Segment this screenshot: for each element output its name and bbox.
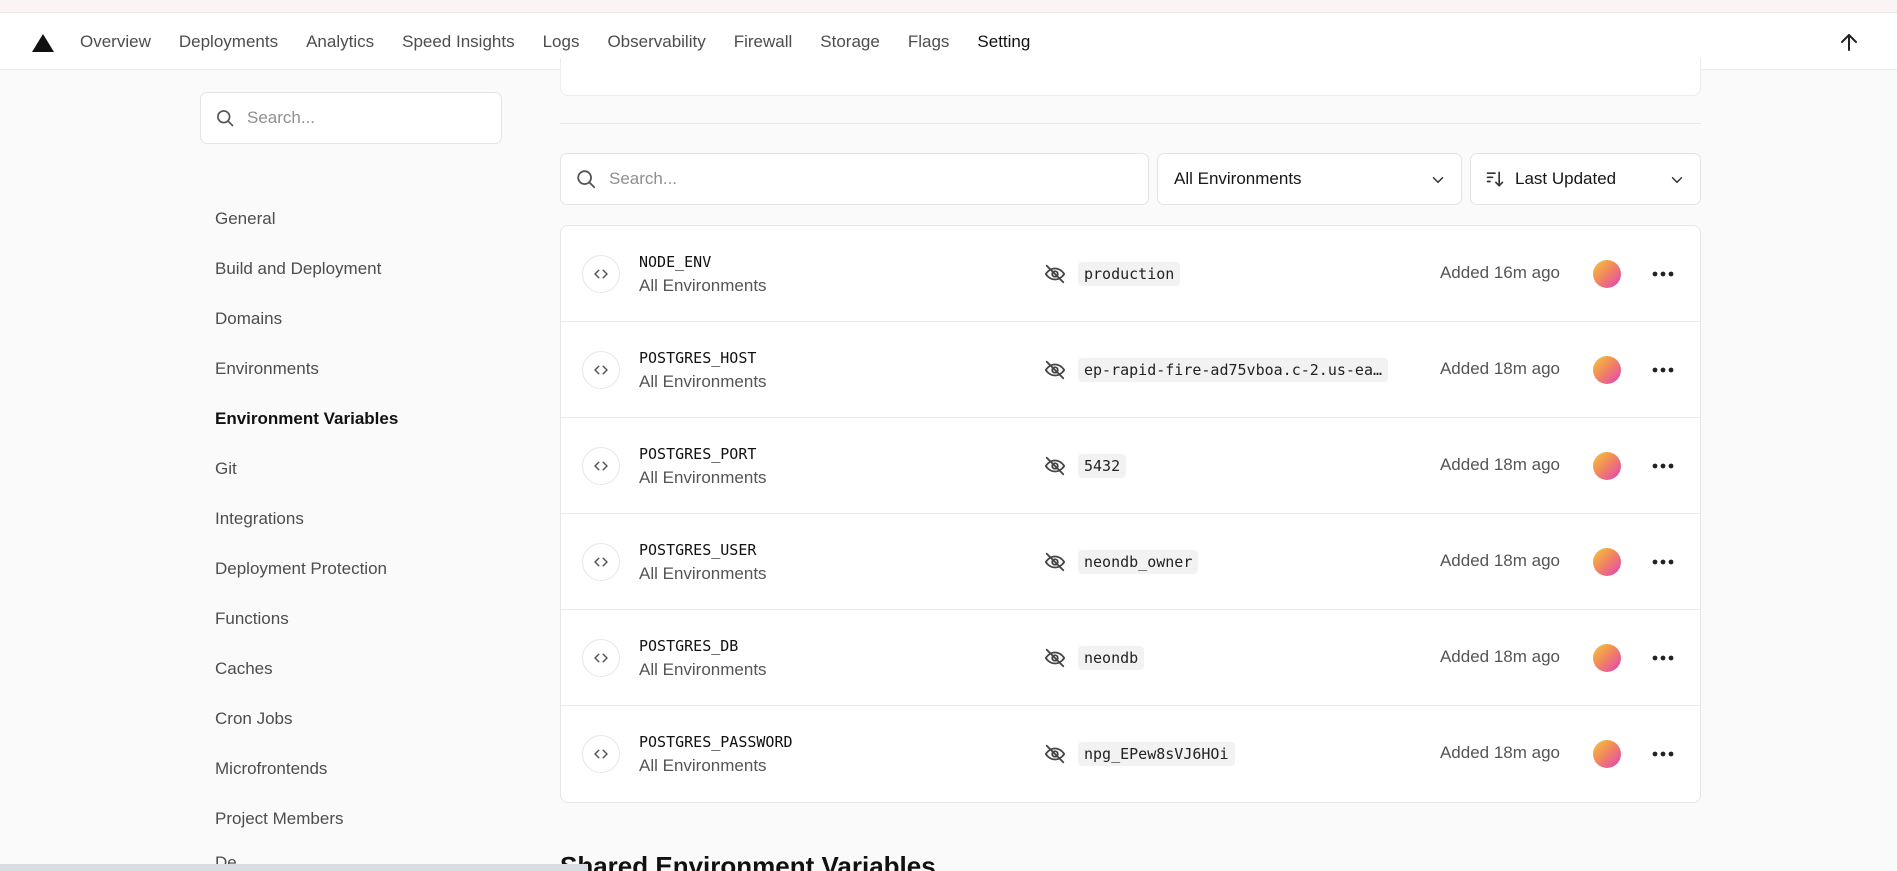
env-var-environment: All Environments (639, 660, 767, 679)
code-brackets-icon (582, 447, 620, 485)
eye-off-icon[interactable] (1043, 455, 1067, 477)
env-var-environment: All Environments (639, 276, 767, 295)
sidebar-item-environment-variables[interactable]: Environment Variables (215, 394, 398, 444)
code-brackets-icon (582, 543, 620, 581)
env-var-added-time: Added 18m ago (1439, 647, 1560, 666)
sidebar-item-functions[interactable]: Functions (215, 594, 398, 644)
avatar[interactable] (1593, 548, 1621, 576)
env-var-value[interactable]: ep-rapid-fire-ad75vboa.c-2.us-ea… (1078, 358, 1389, 382)
environment-filter-value: All Environments (1174, 169, 1302, 188)
section-divider (560, 123, 1701, 124)
code-brackets-icon (582, 351, 620, 389)
eye-off-icon[interactable] (1043, 647, 1067, 669)
horizontal-scrollbar[interactable] (0, 864, 588, 871)
env-var-row[interactable]: POSTGRES_PASSWORD All Environments npg_EPe… (561, 706, 1700, 802)
more-horizontal-icon[interactable] (1648, 548, 1678, 576)
sidebar-search-input[interactable] (247, 108, 477, 128)
env-var-environment: All Environments (639, 564, 767, 583)
env-var-name: POSTGRES_PORT (639, 445, 757, 463)
more-horizontal-icon[interactable] (1648, 452, 1678, 480)
env-var-value[interactable]: npg_EPew8sVJ6HOi (1078, 742, 1235, 766)
sidebar-item-integrations[interactable]: Integrations (215, 494, 398, 544)
env-var-row[interactable]: POSTGRES_DB All Environments neondb Added 1… (561, 610, 1700, 706)
env-var-added-time: Added 18m ago (1439, 743, 1560, 762)
tab-deployments[interactable]: Deployments (165, 13, 292, 70)
search-icon (217, 110, 234, 127)
more-horizontal-icon[interactable] (1648, 356, 1678, 384)
env-var-row[interactable]: POSTGRES_HOST All Environments ep-rapid-fi… (561, 322, 1700, 418)
search-icon (577, 170, 596, 189)
env-var-name: NODE_ENV (639, 253, 712, 271)
tab-speed-insights[interactable]: Speed Insights (388, 13, 528, 70)
env-var-environment: All Environments (639, 372, 767, 391)
env-var-name: POSTGRES_PASSWORD (639, 733, 793, 751)
code-brackets-icon (582, 255, 620, 293)
more-horizontal-icon[interactable] (1648, 260, 1678, 288)
eye-off-icon[interactable] (1043, 551, 1067, 573)
env-var-value[interactable]: production (1078, 262, 1181, 286)
sidebar-item-project-members[interactable]: Project Members (215, 794, 398, 844)
env-var-name: POSTGRES_HOST (639, 349, 757, 367)
more-horizontal-icon[interactable] (1648, 644, 1678, 672)
browser-top-strip (0, 0, 1897, 13)
eye-off-icon[interactable] (1043, 359, 1067, 381)
env-var-added-time: Added 18m ago (1439, 455, 1560, 474)
sidebar-item-caches[interactable]: Caches (215, 644, 398, 694)
env-var-added-time: Added 18m ago (1439, 359, 1560, 378)
shared-env-vars-heading: Shared Environment Variables (560, 851, 936, 871)
sidebar-item-git[interactable]: Git (215, 444, 398, 494)
previous-section-card (560, 58, 1701, 96)
eye-off-icon[interactable] (1043, 743, 1067, 765)
env-var-value[interactable]: neondb (1078, 646, 1145, 670)
eye-off-icon[interactable] (1043, 263, 1067, 285)
env-vars-table: NODE_ENV All Environments production Added … (560, 225, 1701, 803)
more-horizontal-icon[interactable] (1648, 740, 1678, 768)
env-var-search-box[interactable] (560, 153, 1149, 205)
sidebar-search-box[interactable] (200, 92, 502, 144)
env-var-added-time: Added 18m ago (1439, 551, 1560, 570)
env-var-value[interactable]: neondb_owner (1078, 550, 1199, 574)
sidebar-item-build-and-deployment[interactable]: Build and Deployment (215, 244, 398, 294)
settings-sidebar: General Build and Deployment Domains Enviro… (215, 194, 398, 844)
arrow-up-icon[interactable] (1837, 30, 1861, 54)
tab-analytics[interactable]: Analytics (292, 13, 388, 70)
environment-filter-select[interactable]: All Environments (1157, 153, 1462, 205)
tab-overview[interactable]: Overview (66, 13, 165, 70)
avatar[interactable] (1593, 740, 1621, 768)
sidebar-item-deployment-protection[interactable]: Deployment Protection (215, 544, 398, 594)
env-var-row[interactable]: NODE_ENV All Environments production Added … (561, 226, 1700, 322)
code-brackets-icon (582, 639, 620, 677)
avatar[interactable] (1593, 452, 1621, 480)
env-var-environment: All Environments (639, 756, 767, 775)
sort-icon (1486, 171, 1504, 187)
env-var-value[interactable]: 5432 (1078, 454, 1127, 478)
sidebar-item-microfrontends[interactable]: Microfrontends (215, 744, 398, 794)
avatar[interactable] (1593, 260, 1621, 288)
env-var-added-time: Added 16m ago (1439, 263, 1560, 282)
chevron-down-icon (1432, 177, 1444, 183)
env-var-search-input[interactable] (609, 169, 1109, 189)
avatar[interactable] (1593, 644, 1621, 672)
code-brackets-icon (582, 735, 620, 773)
env-var-row[interactable]: POSTGRES_USER All Environments neondb_owne… (561, 514, 1700, 610)
chevron-down-icon (1671, 177, 1683, 183)
sidebar-item-cron-jobs[interactable]: Cron Jobs (215, 694, 398, 744)
env-var-environment: All Environments (639, 468, 767, 487)
env-var-row[interactable]: POSTGRES_PORT All Environments 5432 Added 1… (561, 418, 1700, 514)
sort-select[interactable]: Last Updated (1470, 153, 1701, 205)
sidebar-item-environments[interactable]: Environments (215, 344, 398, 394)
avatar[interactable] (1593, 356, 1621, 384)
sidebar-item-general[interactable]: General (215, 194, 398, 244)
sort-value: Last Updated (1515, 169, 1617, 188)
triangle-logo-icon[interactable] (32, 34, 54, 52)
env-var-name: POSTGRES_DB (639, 637, 739, 655)
env-var-name: POSTGRES_USER (639, 541, 757, 559)
sidebar-item-domains[interactable]: Domains (215, 294, 398, 344)
